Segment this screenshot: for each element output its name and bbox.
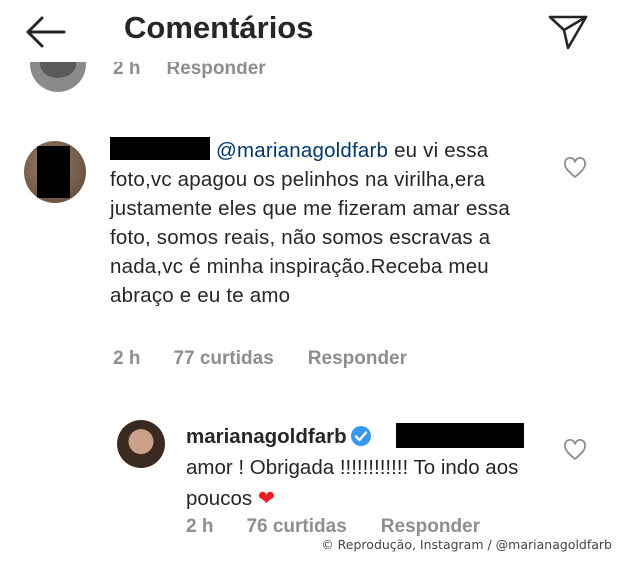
- redacted-mention: [395, 423, 524, 448]
- like-heart-icon[interactable]: [563, 157, 587, 179]
- reply-time: 2 h: [186, 516, 214, 537]
- likes-count[interactable]: 76 curtidas: [246, 516, 346, 538]
- reply-button[interactable]: Responder: [308, 348, 407, 370]
- previous-comment-meta: 2 h Responder: [113, 62, 266, 80]
- image-credit: © Reprodução, Instagram / @marianagoldfa…: [321, 537, 612, 552]
- arrow-left-icon: [26, 16, 66, 48]
- red-heart-emoji: ❤: [257, 487, 275, 510]
- previous-comment-partial: 2 h Responder: [0, 62, 624, 92]
- likes-count[interactable]: 77 curtidas: [173, 348, 273, 370]
- comment-time: 2 h: [113, 62, 141, 79]
- commenter-avatar[interactable]: [24, 141, 86, 203]
- reply-button[interactable]: Responder: [166, 62, 265, 79]
- comment-meta: 2 h 77 curtidas Responder: [113, 348, 407, 370]
- reply-button[interactable]: Responder: [381, 516, 480, 538]
- comment-time: 2 h: [113, 348, 141, 369]
- redaction-block: [37, 146, 70, 198]
- top-bar: Comentários: [0, 0, 624, 62]
- redacted-username: [110, 137, 210, 160]
- reply-avatar[interactable]: [117, 420, 165, 468]
- like-heart-icon[interactable]: [563, 439, 587, 461]
- reply-body: marianagoldfarb amor ! Obrigada !!!!!!!!…: [186, 421, 546, 514]
- back-button[interactable]: [22, 14, 70, 50]
- mention-link[interactable]: @marianagoldfarb: [216, 139, 388, 162]
- send-icon: [548, 15, 588, 50]
- page-title: Comentários: [124, 10, 314, 45]
- comment-body: @marianagoldfarb eu vi essa foto,vc apag…: [110, 136, 546, 310]
- reply-text: amor ! Obrigada !!!!!!!!!!!! To indo aos…: [186, 456, 519, 510]
- reply-meta: 2 h 76 curtidas Responder: [186, 516, 480, 538]
- avatar[interactable]: [30, 62, 86, 92]
- share-button[interactable]: [546, 8, 590, 52]
- comment-text: eu vi essa foto,vc apagou os pelinhos na…: [110, 139, 510, 307]
- reply-username[interactable]: marianagoldfarb: [186, 425, 347, 448]
- verified-badge-icon: [350, 426, 371, 446]
